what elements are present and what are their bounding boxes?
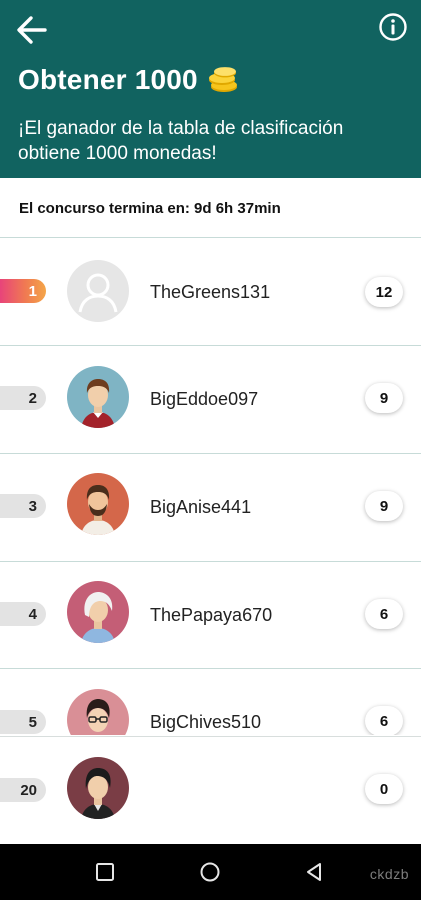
triangle-back-icon: [307, 863, 321, 881]
info-button[interactable]: [378, 12, 408, 42]
avatar-white-hair: [67, 581, 129, 643]
header-subtitle: ¡El ganador de la tabla de clasificación…: [18, 118, 344, 164]
header-banner: Obtener 1000 ¡El ganador de la tabla de …: [0, 0, 421, 178]
leaderboard-row[interactable]: 4 ThePapaya670 6: [0, 562, 421, 669]
rank-badge: 2: [0, 386, 46, 410]
circle-icon: [200, 862, 220, 882]
score-badge: 6: [365, 599, 403, 629]
rank-badge: 5: [0, 710, 46, 734]
leaderboard-row[interactable]: 3 BigAnise441 9: [0, 454, 421, 561]
rank-badge: 4: [0, 602, 46, 626]
score-badge: 12: [365, 277, 403, 307]
current-user-row[interactable]: 20 0: [0, 737, 421, 843]
leaderboard-row[interactable]: 2 BigEddoe097 9: [0, 346, 421, 453]
score-badge: 9: [365, 491, 403, 521]
contest-countdown: El concurso termina en: 9d 6h 37min: [19, 200, 281, 217]
rank-badge: 20: [0, 778, 46, 802]
username: ThePapaya670: [150, 605, 273, 625]
default-avatar: [67, 260, 129, 322]
coins-icon: [208, 67, 237, 92]
score-badge: 6: [365, 706, 403, 735]
rank-badge: 1: [0, 279, 46, 303]
rank-badge: 3: [0, 494, 46, 518]
score-badge: 0: [365, 774, 403, 804]
nav-back-button[interactable]: [303, 861, 325, 883]
square-icon: [96, 863, 114, 881]
avatar-glasses: [67, 689, 129, 735]
page-title: Obtener 1000: [18, 64, 198, 95]
arrow-left-icon: [17, 16, 47, 44]
username: BigChives510: [150, 712, 262, 732]
recent-apps-button[interactable]: [94, 861, 116, 883]
username: TheGreens131: [150, 282, 271, 302]
home-button[interactable]: [199, 861, 221, 883]
watermark: ckdzb: [369, 866, 409, 882]
avatar-man-brown-hair: [67, 366, 129, 428]
leaderboard-row[interactable]: 5 BigChives510 6: [0, 669, 421, 735]
score-badge: 9: [365, 383, 403, 413]
avatar-man-beard: [67, 473, 129, 535]
system-navigation-bar: ckdzb: [0, 844, 421, 900]
info-icon: [379, 13, 407, 41]
username: BigAnise441: [150, 497, 252, 517]
username: BigEddoe097: [150, 389, 259, 409]
back-button[interactable]: [14, 12, 50, 48]
title-row: Obtener 1000: [18, 64, 239, 96]
leaderboard-row[interactable]: 1 TheGreens131 12: [0, 238, 421, 345]
avatar-dark-hair: [67, 757, 129, 819]
